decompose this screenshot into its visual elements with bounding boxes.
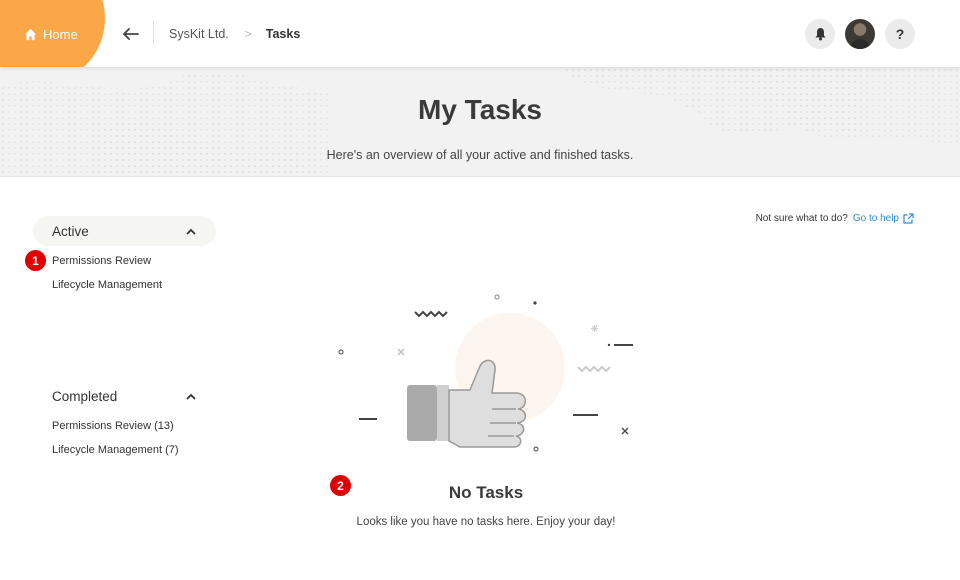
sidebar-item-completed-permissions-review[interactable]: Permissions Review (13) bbox=[52, 420, 174, 432]
sidebar-item-lifecycle-management[interactable]: Lifecycle Management bbox=[52, 279, 162, 291]
home-button[interactable]: Home bbox=[24, 27, 78, 42]
step-marker-1: 1 bbox=[25, 250, 46, 271]
hero-banner: My Tasks Here's an overview of all your … bbox=[0, 67, 960, 177]
home-label: Home bbox=[43, 27, 78, 42]
breadcrumb-separator: > bbox=[244, 27, 252, 41]
sidebar-item-completed-lifecycle-management[interactable]: Lifecycle Management (7) bbox=[52, 444, 179, 456]
empty-state-title: No Tasks bbox=[448, 483, 524, 502]
active-group-label: Active bbox=[52, 223, 89, 239]
empty-state-text: Looks like you have no tasks here. Enjoy… bbox=[356, 516, 616, 528]
divider bbox=[153, 21, 154, 45]
notifications-button[interactable] bbox=[805, 19, 835, 49]
home-icon bbox=[24, 28, 37, 41]
help-prompt: Not sure what to do? Go to help bbox=[756, 213, 914, 224]
bell-icon bbox=[815, 28, 825, 41]
active-group-header[interactable]: Active bbox=[33, 216, 216, 246]
breadcrumb-current: Tasks bbox=[265, 27, 301, 41]
breadcrumb-org-link[interactable]: SysKit Ltd. bbox=[169, 27, 229, 41]
step-marker-2: 2 bbox=[330, 475, 351, 496]
completed-group-label: Completed bbox=[52, 388, 118, 404]
avatar[interactable] bbox=[845, 19, 875, 49]
go-to-help-label: Go to help bbox=[852, 213, 899, 224]
help-button[interactable]: ? bbox=[885, 19, 915, 49]
breadcrumb: SysKit Ltd. > Tasks bbox=[169, 27, 300, 41]
page-subtitle: Here's an overview of all your active an… bbox=[326, 148, 634, 162]
help-question: Not sure what to do? bbox=[755, 213, 848, 224]
go-to-help-link[interactable]: Go to help bbox=[853, 213, 914, 224]
external-link-icon bbox=[903, 213, 914, 224]
sidebar-item-permissions-review[interactable]: Permissions Review bbox=[52, 255, 151, 267]
chevron-up-icon bbox=[186, 228, 196, 235]
back-arrow-icon[interactable] bbox=[122, 26, 140, 42]
top-bar: Home SysKit Ltd. > Tasks ? bbox=[0, 0, 960, 67]
completed-group-header[interactable]: Completed bbox=[33, 381, 216, 411]
thumbs-up-illustration bbox=[338, 294, 633, 452]
help-button-label: ? bbox=[895, 26, 905, 42]
chevron-up-icon bbox=[186, 393, 196, 400]
page-title: My Tasks bbox=[418, 94, 542, 125]
